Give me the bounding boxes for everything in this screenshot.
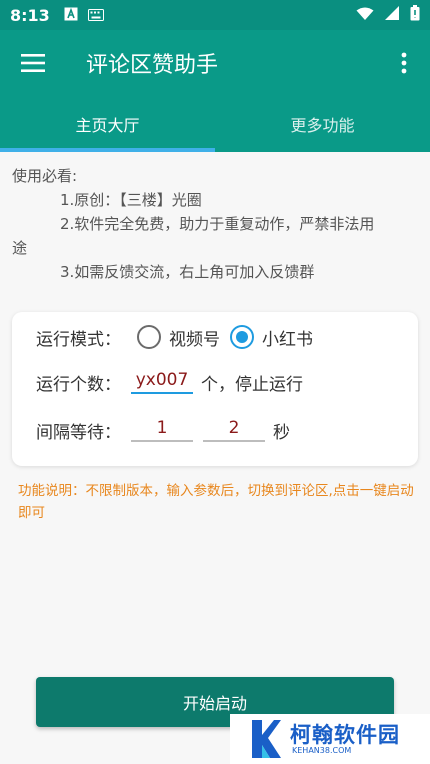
- site-watermark: 柯翰软件园 KEHAN38.COM: [230, 714, 430, 764]
- interval-row: 间隔等待： 1 2 秒: [36, 414, 290, 446]
- run-count-input[interactable]: yx007: [131, 370, 193, 394]
- notification-a-icon: [64, 6, 78, 25]
- run-mode-row: 运行模式： 视频号 小红书: [36, 322, 313, 352]
- mode-option-xiaohongshu[interactable]: 小红书: [230, 325, 313, 350]
- signal-icon: [384, 5, 400, 25]
- tab-more-features[interactable]: 更多功能: [215, 96, 430, 152]
- notice-line-1: 1.原创：【三楼】光圈: [60, 191, 202, 209]
- notice-heading: 使用必看:: [12, 167, 78, 185]
- tab-home-hall[interactable]: 主页大厅: [0, 96, 215, 152]
- notice-line-3: 3.如需反馈交流，右上角可加入反馈群: [60, 263, 315, 281]
- more-vert-icon: [401, 52, 407, 74]
- usage-notice: 使用必看: 1.原创：【三楼】光圈 2.软件完全免费，助力于重复动作，严禁非法用…: [12, 164, 412, 284]
- app-title: 评论区赞助手: [86, 53, 219, 78]
- watermark-title: 柯翰软件园: [290, 722, 400, 747]
- kehan-logo-icon: [252, 720, 281, 758]
- overflow-menu-button[interactable]: [378, 30, 430, 96]
- interval-unit: 秒: [273, 422, 290, 443]
- status-bar: 8:13: [0, 0, 430, 30]
- interval-label: 间隔等待：: [36, 422, 121, 443]
- interval-max-input[interactable]: 2: [203, 418, 265, 442]
- hamburger-menu-icon: [21, 54, 45, 72]
- settings-card: 运行模式： 视频号 小红书 运行个数： yx007 个，停止运行 间隔等待： 1…: [12, 312, 418, 466]
- run-count-row: 运行个数： yx007 个，停止运行: [36, 366, 303, 398]
- keyboard-icon: [87, 6, 104, 25]
- interval-min-input[interactable]: 1: [131, 418, 193, 442]
- app-bar: 评论区赞助手: [0, 30, 430, 96]
- run-mode-label: 运行模式：: [36, 329, 121, 350]
- run-count-suffix: 个，停止运行: [201, 374, 303, 395]
- menu-button[interactable]: [0, 30, 66, 96]
- battery-icon: [410, 5, 420, 25]
- feature-description: 功能说明：不限制版本，输入参数后，切换到评论区,点击一键启动即可: [18, 483, 414, 521]
- notice-line-2-wrap: 途: [12, 239, 28, 257]
- radio-checked-icon: [230, 325, 254, 349]
- watermark-subtitle: KEHAN38.COM: [292, 745, 352, 755]
- mode-option-video-account[interactable]: 视频号: [137, 325, 220, 350]
- run-count-label: 运行个数：: [36, 374, 121, 395]
- radio-unchecked-icon: [137, 325, 161, 349]
- status-time: 8:13: [10, 5, 50, 25]
- notice-line-2: 2.软件完全免费，助力于重复动作，严禁非法用: [60, 215, 375, 233]
- wifi-icon: [356, 6, 374, 25]
- tab-bar: 主页大厅 更多功能: [0, 96, 430, 152]
